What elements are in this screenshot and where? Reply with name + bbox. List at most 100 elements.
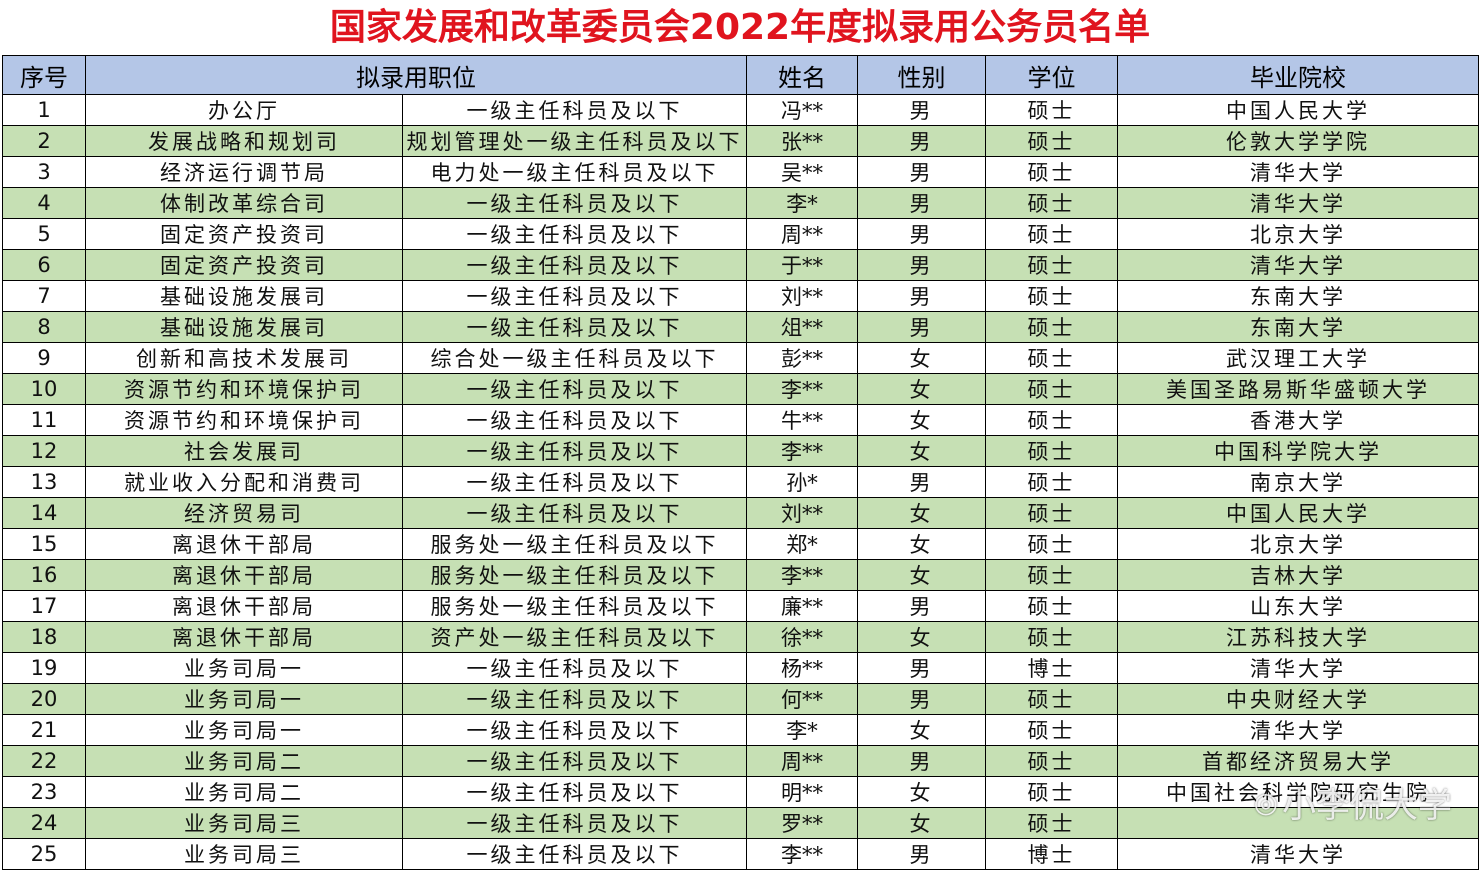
table-row: 15 离退休干部局 服务处一级主任科员及以下 郑* 女硕士 北京大学 [2, 528, 1479, 560]
cell-school: 山东大学 [1117, 590, 1479, 622]
cell-degree: 硕士 [985, 218, 1118, 250]
cell-seq: 22 [2, 745, 86, 777]
cell-post: 一级主任科员及以下 [402, 652, 747, 684]
cell-school: 清华大学 [1117, 249, 1479, 281]
cell-seq: 15 [2, 528, 86, 560]
cell-gender: 男 [857, 466, 986, 498]
cell-degree: 硕士 [985, 621, 1118, 653]
cell-name: 杨** [746, 652, 858, 684]
cell-seq: 18 [2, 621, 86, 653]
cell-dept: 社会发展司 [85, 435, 403, 467]
header-school: 毕业院校 [1117, 55, 1479, 95]
cell-degree: 硕士 [985, 745, 1118, 777]
cell-school: 吉林大学 [1117, 559, 1479, 591]
cell-school: 北京大学 [1117, 528, 1479, 560]
table-row: 20 业务司局一 一级主任科员及以下 何** 男硕士 中央财经大学 [2, 683, 1479, 715]
header-seq: 序号 [2, 55, 86, 95]
cell-post: 一级主任科员及以下 [402, 187, 747, 219]
cell-school: 中国科学院大学 [1117, 435, 1479, 467]
cell-gender: 女 [857, 373, 986, 405]
cell-name: 冯** [746, 94, 858, 126]
cell-degree: 硕士 [985, 776, 1118, 808]
table-row: 18 离退休干部局 资产处一级主任科员及以下 徐** 女硕士 江苏科技大学 [2, 621, 1479, 653]
cell-degree: 硕士 [985, 435, 1118, 467]
cell-post: 服务处一级主任科员及以下 [402, 528, 747, 560]
cell-name: 刘** [746, 497, 858, 529]
cell-dept: 业务司局一 [85, 652, 403, 684]
cell-seq: 21 [2, 714, 86, 746]
cell-gender: 男 [857, 125, 986, 157]
table-row: 17 离退休干部局 服务处一级主任科员及以下 廉** 男硕士 山东大学 [2, 590, 1479, 622]
table-row: 6 固定资产投资司 一级主任科员及以下 于** 男硕士 清华大学 [2, 249, 1479, 281]
cell-degree: 硕士 [985, 249, 1118, 281]
cell-seq: 17 [2, 590, 86, 622]
table-row: 11 资源节约和环境保护司 一级主任科员及以下 牛** 女硕士 香港大学 [2, 404, 1479, 436]
cell-dept: 离退休干部局 [85, 559, 403, 591]
cell-seq: 13 [2, 466, 86, 498]
cell-gender: 女 [857, 528, 986, 560]
cell-dept: 业务司局二 [85, 776, 403, 808]
cell-seq: 19 [2, 652, 86, 684]
cell-post: 电力处一级主任科员及以下 [402, 156, 747, 188]
header-position: 拟录用职位 [85, 55, 747, 95]
cell-name: 吴** [746, 156, 858, 188]
cell-school: 中央财经大学 [1117, 683, 1479, 715]
cell-name: 刘** [746, 280, 858, 312]
cell-gender: 女 [857, 807, 986, 839]
cell-dept: 办公厅 [85, 94, 403, 126]
cell-name: 廉** [746, 590, 858, 622]
cell-gender: 女 [857, 621, 986, 653]
cell-name: 周** [746, 218, 858, 250]
cell-school: 清华大学 [1117, 652, 1479, 684]
table-row: 14 经济贸易司 一级主任科员及以下 刘** 女硕士 中国人民大学 [2, 497, 1479, 529]
roster-table: 序号 拟录用职位 姓名 性别 学位 毕业院校 1 办公厅 一级主任科员及以下 冯** 男… [2, 55, 1479, 870]
cell-school: 清华大学 [1117, 156, 1479, 188]
header-degree: 学位 [985, 55, 1118, 95]
cell-seq: 23 [2, 776, 86, 808]
cell-name: 李* [746, 714, 858, 746]
table-row: 19 业务司局一 一级主任科员及以下 杨** 男博士 清华大学 [2, 652, 1479, 684]
cell-name: 彭** [746, 342, 858, 374]
cell-gender: 男 [857, 311, 986, 343]
cell-seq: 7 [2, 280, 86, 312]
cell-post: 一级主任科员及以下 [402, 435, 747, 467]
cell-gender: 女 [857, 404, 986, 436]
cell-dept: 体制改革综合司 [85, 187, 403, 219]
cell-gender: 男 [857, 280, 986, 312]
table-row: 10 资源节约和环境保护司 一级主任科员及以下 李** 女硕士 美国圣路易斯华盛顿大学 [2, 373, 1479, 405]
cell-degree: 硕士 [985, 311, 1118, 343]
cell-school: 武汉理工大学 [1117, 342, 1479, 374]
cell-school: 东南大学 [1117, 311, 1479, 343]
cell-school: 中国人民大学 [1117, 94, 1479, 126]
cell-post: 一级主任科员及以下 [402, 311, 747, 343]
cell-degree: 硕士 [985, 125, 1118, 157]
header-gender: 性别 [857, 55, 986, 95]
cell-degree: 硕士 [985, 590, 1118, 622]
cell-post: 一级主任科员及以下 [402, 807, 747, 839]
table-row: 1 办公厅 一级主任科员及以下 冯** 男硕士 中国人民大学 [2, 94, 1479, 126]
cell-school: 东南大学 [1117, 280, 1479, 312]
cell-dept: 经济运行调节局 [85, 156, 403, 188]
cell-dept: 业务司局三 [85, 807, 403, 839]
cell-gender: 男 [857, 652, 986, 684]
cell-name: 何** [746, 683, 858, 715]
cell-dept: 离退休干部局 [85, 621, 403, 653]
cell-gender: 男 [857, 218, 986, 250]
cell-degree: 博士 [985, 838, 1118, 870]
table-row: 2 发展战略和规划司 规划管理处一级主任科员及以下 张** 男硕士 伦敦大学学院 [2, 125, 1479, 157]
cell-seq: 25 [2, 838, 86, 870]
cell-gender: 男 [857, 838, 986, 870]
cell-post: 服务处一级主任科员及以下 [402, 559, 747, 591]
cell-school: 中国人民大学 [1117, 497, 1479, 529]
cell-post: 服务处一级主任科员及以下 [402, 590, 747, 622]
header-name: 姓名 [746, 55, 858, 95]
cell-post: 一级主任科员及以下 [402, 249, 747, 281]
table-row: 5 固定资产投资司 一级主任科员及以下 周** 男硕士 北京大学 [2, 218, 1479, 250]
cell-post: 一级主任科员及以下 [402, 838, 747, 870]
cell-seq: 24 [2, 807, 86, 839]
cell-gender: 男 [857, 590, 986, 622]
cell-name: 周** [746, 745, 858, 777]
watermark-text: 小李侃大学 [1282, 786, 1452, 826]
cell-name: 郑* [746, 528, 858, 560]
cell-degree: 硕士 [985, 559, 1118, 591]
